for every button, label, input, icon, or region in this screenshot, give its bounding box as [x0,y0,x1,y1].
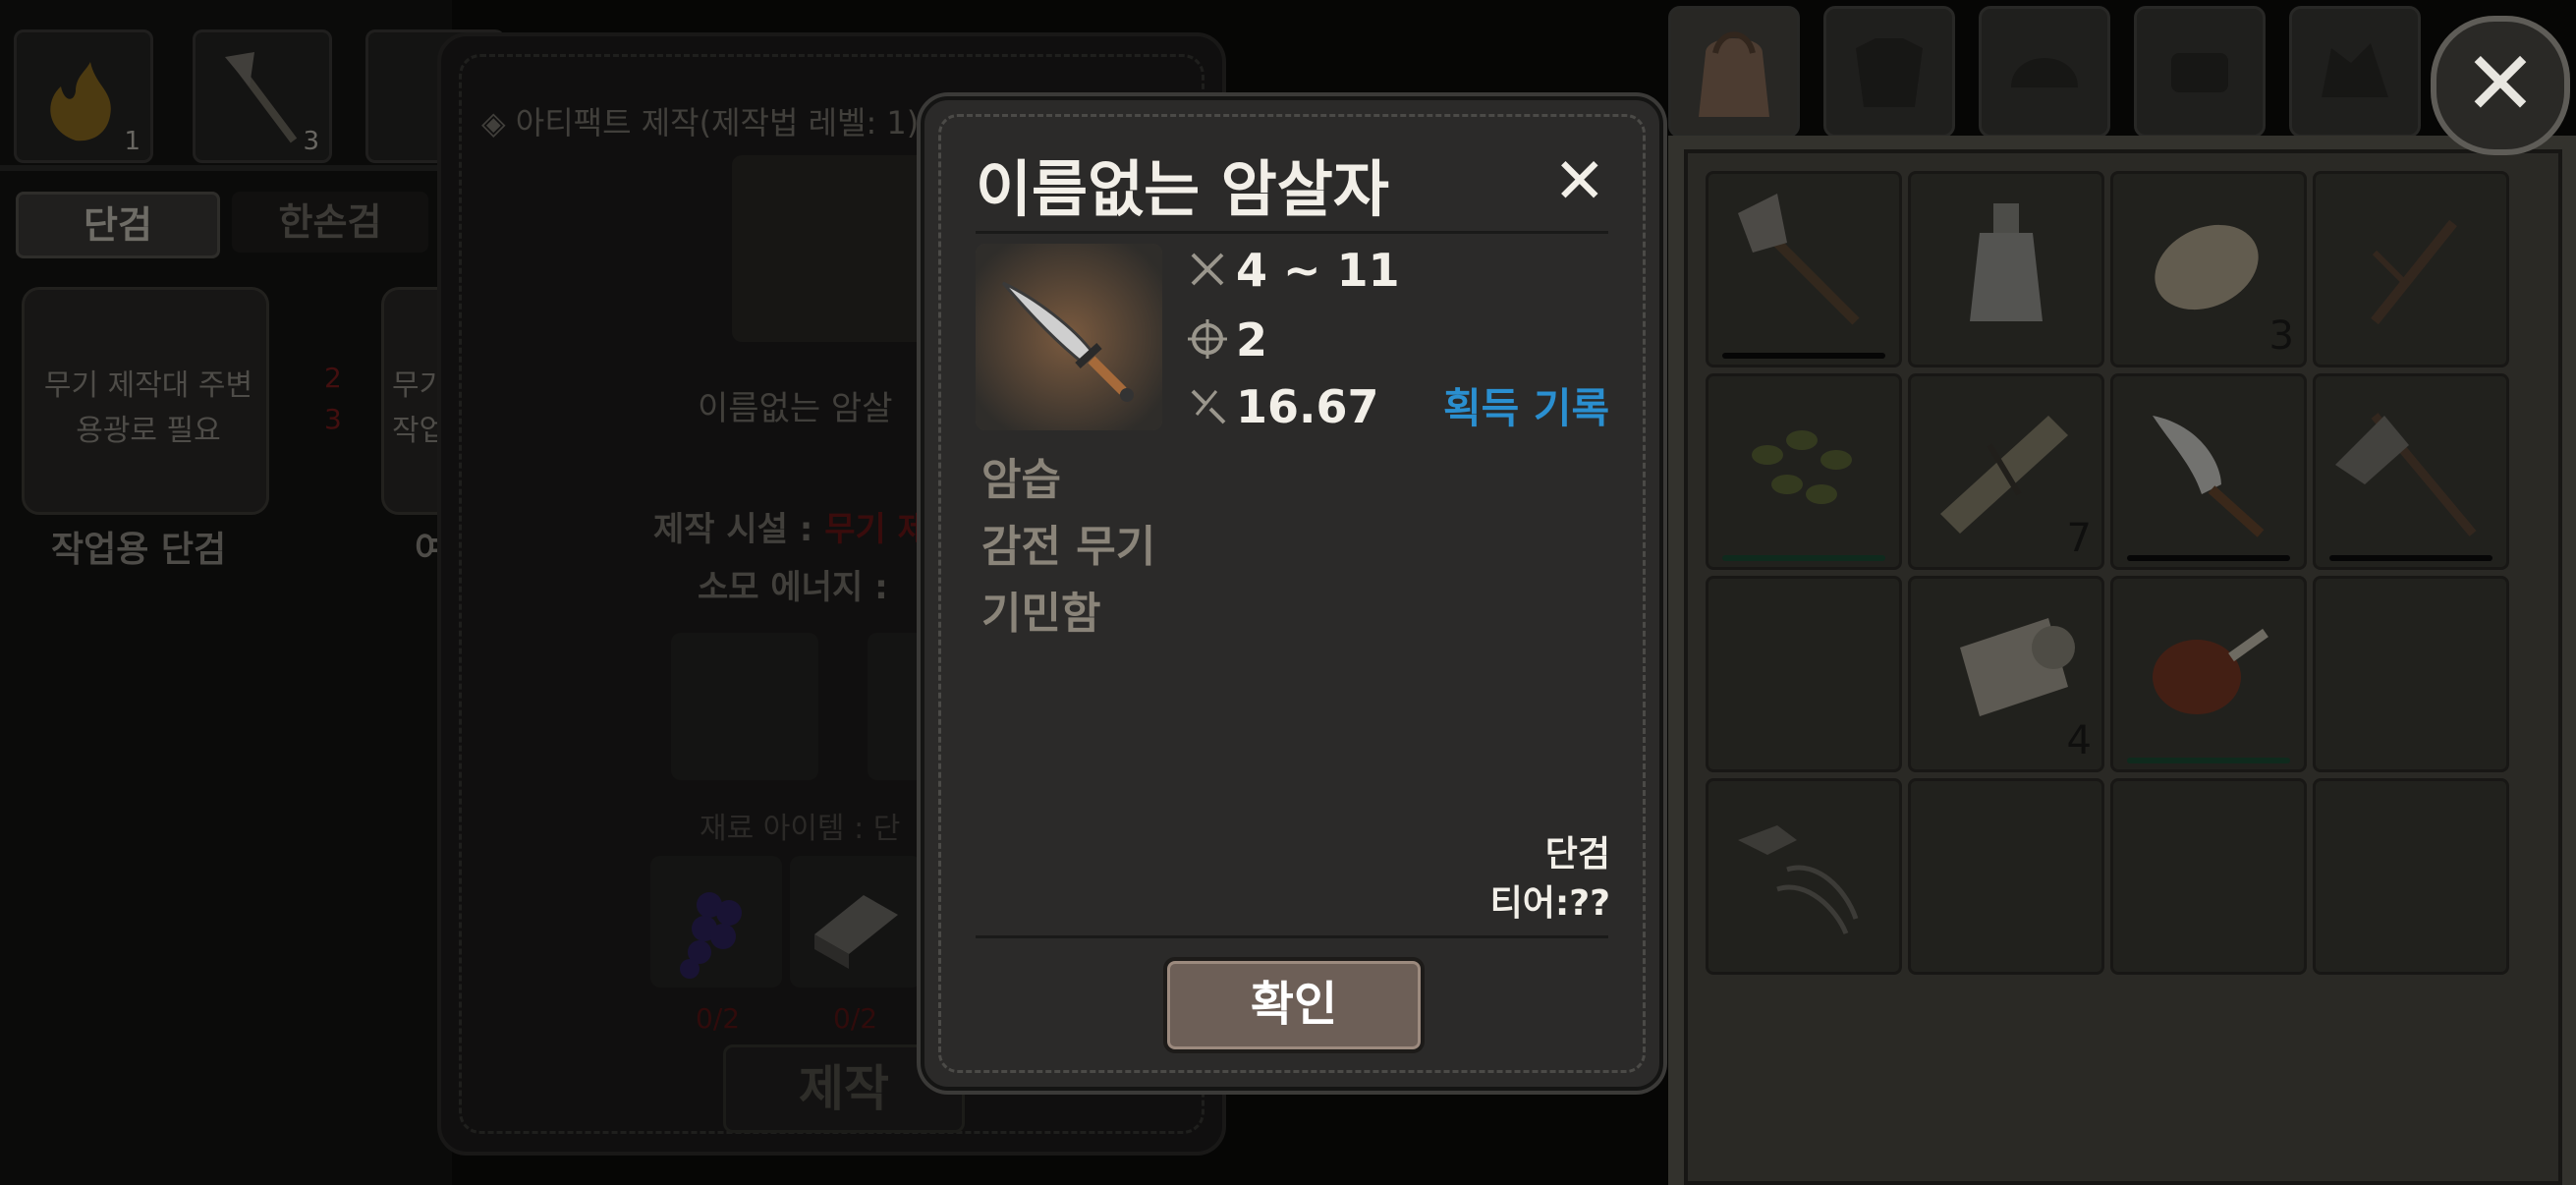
trait-tag: 감전 무기 [981,522,1156,572]
close-icon: ✕ [2463,32,2538,136]
dagger-icon [976,244,1162,430]
stat-durability-value: 16.67 [1236,380,1379,433]
stat-accuracy-value: 2 [1236,313,1268,367]
weapon-type-label: 단검 [1544,834,1610,875]
crosshair-icon [1187,317,1236,370]
acquisition-history-link[interactable]: 획득 기록 [1443,375,1609,435]
item-detail-modal: 이름없는 암살자 ✕ 4 ~ 11 2 16.67 획득 기록 암습 감전 무기… [921,96,1663,1091]
trait-tag: 기민함 [981,589,1101,639]
confirm-button[interactable]: 확인 [1163,957,1425,1053]
footer-divider [976,935,1608,938]
broken-sword-icon [1187,384,1236,437]
modal-close-button[interactable]: ✕ [1553,145,1606,218]
crossed-swords-icon [1187,248,1236,301]
close-inventory-button[interactable]: ✕ [2431,16,2570,155]
item-portrait [976,244,1162,430]
item-title: 이름없는 암살자 [976,153,1389,225]
stat-accuracy: 2 [1187,313,1267,370]
tier-label: 티어:?? [1489,883,1610,924]
trait-tag: 암습 [981,455,1061,505]
stat-durability: 16.67 [1187,380,1379,437]
stat-damage: 4 ~ 11 [1187,244,1400,301]
title-divider [976,231,1608,234]
stat-damage-value: 4 ~ 11 [1236,244,1400,297]
